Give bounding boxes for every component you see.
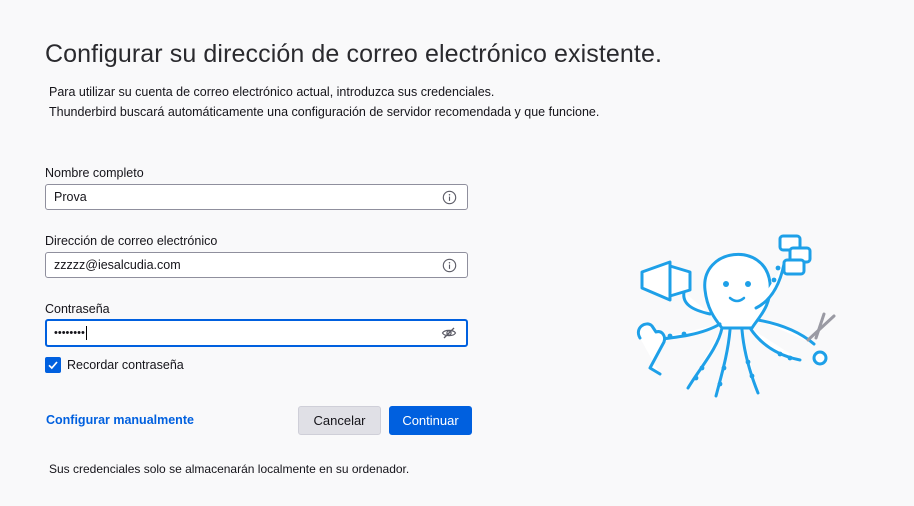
password-dots: •••••••• [54,326,85,339]
password-value[interactable]: •••••••• [54,326,441,340]
email-input[interactable]: zzzzz@iesalcudia.com [45,252,468,278]
cancel-button[interactable]: Cancelar [298,406,381,435]
info-icon[interactable] [441,189,457,205]
email-label: Dirección de correo electrónico [45,234,218,248]
password-input[interactable]: •••••••• [45,319,468,347]
manual-config-link[interactable]: Configurar manualmente [46,413,194,427]
fullname-input[interactable]: Prova [45,184,468,210]
continue-button[interactable]: Continuar [389,406,472,435]
remember-password-checkbox[interactable] [45,357,61,373]
account-setup-page: Configurar su dirección de correo electr… [0,0,914,506]
info-icon[interactable] [441,257,457,273]
page-title: Configurar su dirección de correo electr… [45,40,663,68]
credentials-note: Sus credenciales solo se almacenarán loc… [49,462,410,476]
fullname-value[interactable]: Prova [54,190,441,204]
page-description: Para utilizar su cuenta de correo electr… [49,82,599,122]
password-label: Contraseña [45,302,110,316]
description-line-1: Para utilizar su cuenta de correo electr… [49,85,495,99]
remember-password-label[interactable]: Recordar contraseña [67,358,184,372]
email-value[interactable]: zzzzz@iesalcudia.com [54,258,441,272]
remember-password-row[interactable]: Recordar contraseña [45,357,184,373]
eye-slash-icon[interactable] [441,325,457,341]
octopus-mascot-illustration [637,234,836,398]
fullname-label: Nombre completo [45,166,144,180]
text-caret [85,326,87,340]
checkmark-icon [48,361,58,370]
description-line-2: Thunderbird buscará automáticamente una … [49,105,600,119]
